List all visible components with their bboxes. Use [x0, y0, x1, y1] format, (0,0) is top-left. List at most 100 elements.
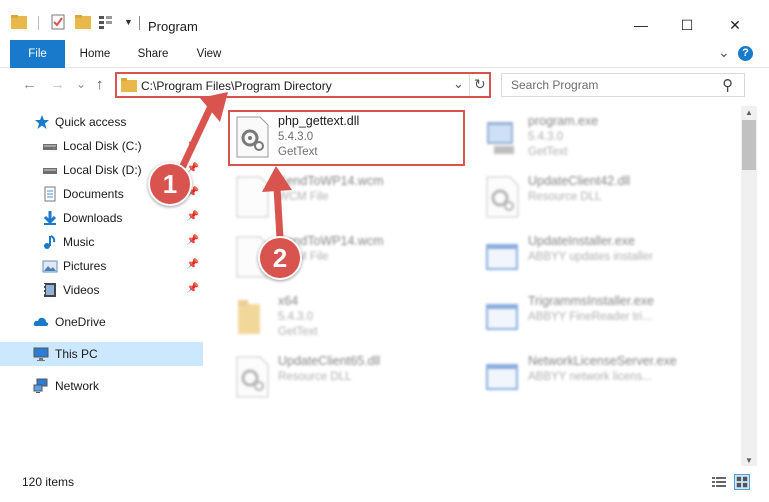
cloud-icon: [33, 317, 49, 326]
recent-locations-chevron-icon[interactable]: ⌄: [76, 77, 86, 91]
forward-button[interactable]: →: [50, 76, 65, 93]
properties-icon[interactable]: [50, 14, 66, 30]
sidebar-item-label: Music: [63, 235, 95, 249]
file-name: UpdateInstaller.exe: [528, 234, 636, 248]
tab-share[interactable]: Share: [128, 40, 178, 68]
pin-icon: 📌: [186, 211, 199, 222]
pin-icon: 📌: [186, 139, 199, 150]
window-app-icon: [486, 304, 518, 330]
address-path[interactable]: C:\Program Files\Program Directory: [141, 79, 332, 93]
tiles-view-icon[interactable]: [734, 474, 750, 490]
window-title: Program: [148, 19, 198, 34]
status-bar: 120 items: [0, 470, 769, 502]
downloads-icon: [43, 211, 57, 225]
search-icon[interactable]: ⚲: [722, 76, 733, 94]
sidebar-item-network[interactable]: Network: [0, 374, 203, 398]
pictures-icon: [42, 260, 58, 273]
details-view-icon[interactable]: [712, 476, 726, 488]
documents-icon: [44, 186, 56, 202]
sidebar-item-this-pc[interactable]: This PC: [0, 342, 203, 366]
address-dropdown-chevron-icon[interactable]: ⌄: [453, 76, 464, 92]
scroll-down-arrow-icon[interactable]: ▼: [745, 456, 753, 465]
dll-gear-icon: [236, 356, 269, 398]
dll-gear-icon: [486, 176, 519, 218]
folder-icon: [238, 300, 260, 334]
ribbon-tabs: File Home Share View ⌄ ?: [0, 40, 769, 68]
item-count: 120 items: [22, 475, 75, 489]
file-tile-updateclient42[interactable]: UpdateClient42.dll Resource DLL: [478, 170, 708, 226]
view-options-icon[interactable]: [98, 14, 116, 30]
search-input[interactable]: Search Program: [511, 78, 598, 92]
callout-step-2: 2: [258, 236, 302, 280]
sidebar-item-quick-access[interactable]: Quick access: [0, 110, 203, 134]
expand-ribbon-chevron-icon[interactable]: ⌄: [718, 44, 730, 61]
file-tile-sendtowp14-a[interactable]: SendToWP14.wcm WCM File: [228, 170, 458, 226]
sidebar-item-downloads[interactable]: Downloads 📌: [0, 206, 203, 230]
address-bar[interactable]: C:\Program Files\Program Directory ⌄ ↻: [115, 72, 491, 98]
file-tile-trigrammsinstaller[interactable]: TrigrammsInstaller.exe ABBYY FineReader …: [478, 290, 708, 346]
search-box[interactable]: Search Program ⚲: [501, 73, 745, 97]
file-name: SendToWP14.wcm: [278, 174, 384, 188]
folder-icon: [121, 78, 137, 92]
sidebar-item-label: Downloads: [63, 211, 123, 225]
file-highlight-box: [228, 110, 465, 166]
sidebar-item-onedrive[interactable]: OneDrive: [0, 310, 203, 334]
file-tile-networklicenseserver[interactable]: NetworkLicenseServer.exe ABBYY network l…: [478, 350, 708, 406]
tab-file[interactable]: File: [10, 40, 65, 68]
tab-home[interactable]: Home: [70, 40, 120, 68]
title-bar: ▼ Program — ☐ ✕: [0, 0, 769, 40]
sidebar-item-label: This PC: [55, 347, 98, 361]
sidebar-item-label: Network: [55, 379, 100, 393]
tab-view[interactable]: View: [184, 40, 234, 68]
network-icon: [33, 378, 48, 393]
scroll-up-arrow-icon[interactable]: ▲: [745, 108, 753, 117]
computer-icon: [33, 347, 49, 361]
sidebar-item-label: Quick access: [55, 115, 127, 129]
new-folder-icon[interactable]: [74, 14, 92, 30]
file-description: GetText: [528, 146, 568, 158]
file-name: NetworkLicenseServer.exe: [528, 354, 677, 368]
file-type: Resource DLL: [528, 191, 602, 203]
pin-icon: 📌: [186, 259, 199, 270]
window-app-icon: [486, 364, 518, 390]
file-description: ABBYY network licens...: [528, 371, 652, 383]
refresh-icon[interactable]: ↻: [474, 76, 486, 93]
customize-qa-chevron-icon[interactable]: ▼: [124, 17, 133, 27]
sidebar-item-label: OneDrive: [55, 315, 106, 329]
minimize-button[interactable]: —: [618, 10, 664, 40]
file-name: TrigrammsInstaller.exe: [528, 294, 654, 308]
close-button[interactable]: ✕: [712, 10, 758, 40]
file-description: ABBYY updates installer: [528, 251, 654, 263]
file-tile-updateclient65[interactable]: UpdateClient65.dll Resource DLL: [228, 350, 458, 406]
qa-divider: [38, 16, 39, 30]
title-divider: [139, 16, 140, 30]
sidebar-item-local-disk-c[interactable]: Local Disk (C:) 📌: [0, 134, 203, 158]
file-tile-program-exe[interactable]: program.exe 5.4.3.0 GetText: [478, 110, 708, 166]
up-button[interactable]: ↑: [96, 76, 104, 93]
maximize-button[interactable]: ☐: [664, 10, 710, 40]
back-button[interactable]: ←: [22, 76, 37, 93]
scrollbar-thumb[interactable]: [742, 120, 756, 170]
sidebar-item-label: Local Disk (C:): [63, 139, 142, 153]
sidebar-item-videos[interactable]: Videos 📌: [0, 278, 203, 302]
file-type: WCM File: [278, 191, 329, 203]
help-icon[interactable]: ?: [738, 46, 753, 61]
file-tile-x64-folder[interactable]: x64 5.4.3.0 GetText: [228, 290, 458, 346]
sidebar-item-pictures[interactable]: Pictures 📌: [0, 254, 203, 278]
exe-icon: [487, 122, 514, 154]
file-description: ABBYY FineReader tri...: [528, 311, 652, 323]
address-divider: [469, 74, 470, 96]
sidebar-item-label: Documents: [63, 187, 124, 201]
file-name: UpdateClient65.dll: [278, 354, 381, 368]
blank-file-icon: [236, 176, 269, 218]
drive-icon: [43, 144, 57, 150]
sidebar-item-label: Local Disk (D:): [63, 163, 142, 177]
navigation-pane: Quick access Local Disk (C:) 📌 Local Dis…: [0, 106, 210, 466]
file-version: 5.4.3.0: [528, 131, 564, 143]
sidebar-item-music[interactable]: Music 📌: [0, 230, 203, 254]
callout-step-1: 1: [148, 162, 192, 206]
videos-icon: [44, 283, 56, 297]
file-tile-updateinstaller[interactable]: UpdateInstaller.exe ABBYY updates instal…: [478, 230, 708, 286]
file-version: 5.4.3.0: [278, 311, 314, 323]
folder-icon: [11, 15, 27, 29]
